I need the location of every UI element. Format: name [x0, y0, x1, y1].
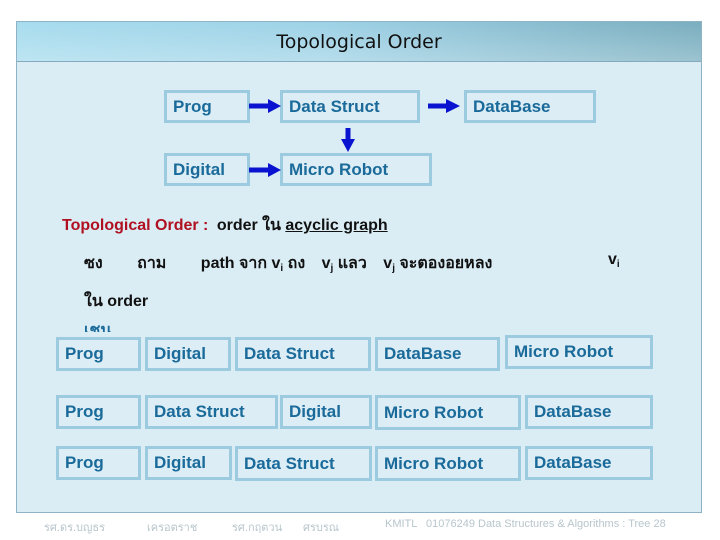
path-phrase: path จาก vi ถง	[200, 255, 310, 274]
example-2-item-5: DataBase	[525, 395, 653, 429]
vj-must-phrase: vj จะตองอยหลง	[383, 255, 493, 274]
item-label: Data Struct	[244, 453, 335, 473]
node-label: DataBase	[473, 96, 551, 116]
acyclic-graph-link[interactable]: acyclic graph	[285, 217, 387, 234]
item-label: DataBase	[534, 453, 612, 472]
item-label: Prog	[65, 453, 104, 472]
node-prog: Prog	[164, 90, 250, 123]
item-label: Digital	[154, 344, 206, 363]
item-label: DataBase	[534, 402, 612, 421]
footer-author1-last: เครอตราช	[147, 522, 198, 534]
example-2-item-2: Data Struct	[145, 395, 278, 429]
node-label: Digital	[173, 159, 225, 179]
definition-line-3: ใน order	[84, 293, 149, 310]
footer-institution: KMITL	[385, 518, 418, 530]
node-label: Micro Robot	[289, 159, 389, 179]
then-text: แลว	[333, 255, 367, 272]
item-label: Micro Robot	[514, 342, 614, 361]
item-label: Digital	[289, 402, 341, 421]
definition-line-1: Topological Order : order ใน acyclic gra…	[62, 213, 388, 238]
v-text: v	[383, 255, 393, 272]
node-digital: Digital	[164, 153, 250, 186]
node-data-struct: Data Struct	[280, 90, 420, 123]
item-label: Micro Robot	[384, 402, 484, 422]
v-text: v	[321, 255, 331, 272]
to-text: ถง	[283, 255, 306, 272]
footer-course: 01076249 Data Structures & Algorithms : …	[426, 518, 666, 530]
node-label: Data Struct	[289, 96, 380, 116]
item-label: Digital	[154, 453, 206, 472]
item-label: Prog	[65, 344, 104, 363]
example-3-item-3: Data Struct	[235, 446, 372, 481]
item-label: Data Struct	[154, 402, 245, 421]
must-text: จะตองอยหลง	[394, 255, 493, 272]
example-3-item-5: DataBase	[525, 446, 653, 480]
example-1-item-4: DataBase	[375, 337, 500, 371]
item-label: Micro Robot	[384, 453, 484, 473]
thai-word: ซง	[84, 255, 103, 272]
path-text: path จาก v	[200, 255, 281, 272]
example-2-item-3: Digital	[280, 395, 372, 429]
slide-title: Topological Order	[276, 31, 442, 53]
vj-phrase: vj แลว	[321, 255, 372, 274]
item-label: DataBase	[384, 344, 462, 363]
item-label: Data Struct	[244, 344, 335, 363]
example-1-item-5: Micro Robot	[505, 335, 653, 369]
v-text: v	[608, 251, 617, 268]
thai-word: ถาม	[137, 255, 167, 272]
definition-text: order ใน	[216, 217, 281, 234]
definition-term: Topological Order :	[62, 217, 209, 234]
example-3-item-2: Digital	[145, 446, 232, 480]
vi-text: vi	[608, 251, 620, 270]
example-label: เชน	[84, 322, 112, 332]
subscript: i	[616, 259, 620, 270]
example-2-item-4: Micro Robot	[375, 395, 521, 430]
example-1-item-3: Data Struct	[235, 337, 371, 371]
slide-header: Topological Order	[17, 22, 701, 62]
example-3-item-4: Micro Robot	[375, 446, 521, 481]
example-1-item-2: Digital	[145, 337, 231, 371]
example-2-item-1: Prog	[56, 395, 141, 429]
node-database: DataBase	[464, 90, 596, 123]
item-label: Prog	[65, 402, 104, 421]
footer-author2: รศ.กฤตวน	[232, 522, 283, 534]
example-1-item-1: Prog	[56, 337, 141, 371]
footer-author1: รศ.ดร.บญธร	[44, 522, 106, 534]
node-label: Prog	[173, 96, 212, 116]
node-micro-robot: Micro Robot	[280, 153, 432, 186]
definition-line-2: ซง ถาม path จาก vi ถง vj แลว vj จะตองอยห…	[84, 251, 492, 276]
footer-author2-last: ศรบรณ	[303, 522, 339, 534]
example-3-item-1: Prog	[56, 446, 141, 480]
